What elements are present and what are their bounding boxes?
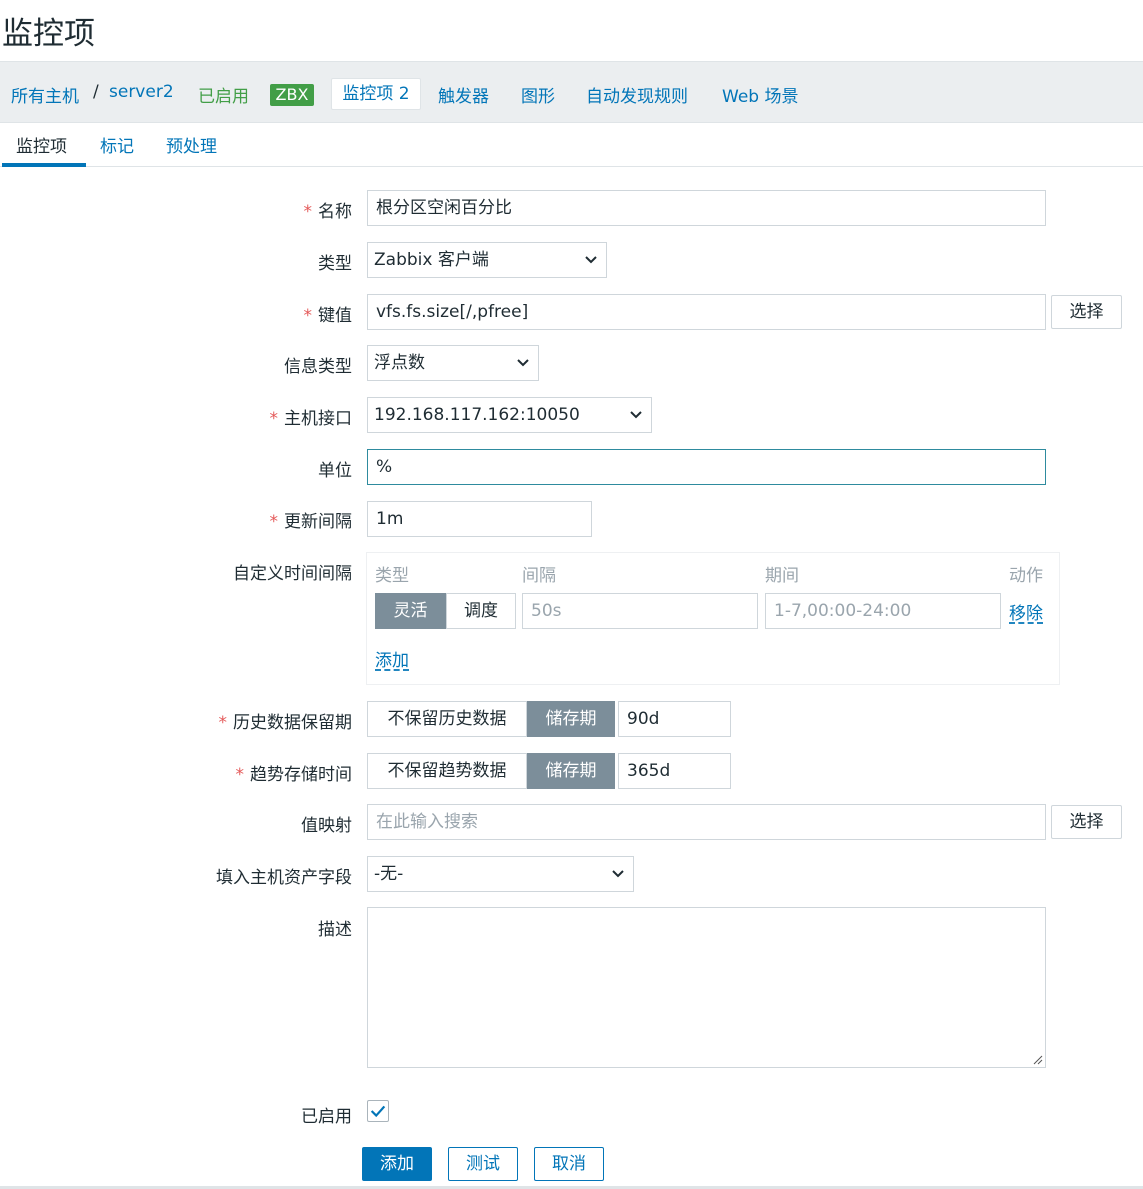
key-select-button[interactable]: 选择 <box>1051 295 1122 329</box>
remove-interval-link[interactable]: 移除 <box>1009 599 1043 624</box>
trends-input[interactable]: 365d <box>618 753 731 789</box>
key-input[interactable]: vfs.fs.size[/,pfree] <box>367 294 1046 330</box>
interval-type-flexible-button[interactable]: 灵活 <box>375 593 446 629</box>
breadcrumb-all-hosts[interactable]: 所有主机 <box>11 82 79 107</box>
chevron-down-icon <box>517 359 529 367</box>
custom-period-input[interactable]: 1-7,00:00-24:00 <box>765 593 1001 629</box>
trends-storage-period-button[interactable]: 储存期 <box>527 753 615 789</box>
value-map-search-input[interactable]: 在此输入搜索 <box>367 804 1046 840</box>
info-type-label: 信息类型 <box>284 357 352 377</box>
value-map-select-button[interactable]: 选择 <box>1051 805 1122 839</box>
custom-intervals-col-type: 类型 <box>375 566 409 586</box>
page-title: 监控项 <box>2 16 95 52</box>
form-tabs: 监控项 标记 预处理 <box>0 122 1143 167</box>
name-input[interactable]: 根分区空闲百分比 <box>367 190 1046 226</box>
update-interval-input[interactable]: 1m <box>367 501 592 537</box>
description-textarea[interactable] <box>367 907 1046 1068</box>
chevron-down-icon <box>585 256 597 264</box>
interface-select[interactable]: 192.168.117.162:10050 <box>367 397 652 433</box>
inventory-select-value: -无- <box>374 864 404 884</box>
cancel-button[interactable]: 取消 <box>534 1147 604 1181</box>
history-storage-period-button[interactable]: 储存期 <box>527 701 615 737</box>
update-interval-label: 更新间隔 <box>270 507 352 532</box>
breadcrumb-separator: / <box>93 82 99 102</box>
inventory-select[interactable]: -无- <box>367 856 634 892</box>
type-select[interactable]: Zabbix 客户端 <box>367 242 607 278</box>
units-label: 单位 <box>318 461 352 481</box>
enabled-label: 已启用 <box>301 1107 352 1127</box>
host-nav-items-tab[interactable]: 监控项 2 <box>331 78 421 110</box>
host-navigation: 所有主机 / server2 已启用 ZBX 监控项 2 触发器 图形 自动发现… <box>0 61 1143 123</box>
info-type-select-value: 浮点数 <box>374 353 425 373</box>
host-nav-graphs[interactable]: 图形 <box>521 82 555 107</box>
host-nav-discovery-rules[interactable]: 自动发现规则 <box>586 82 688 107</box>
interface-label: 主机接口 <box>270 404 352 429</box>
history-no-keep-button[interactable]: 不保留历史数据 <box>367 701 527 737</box>
resize-grip-icon[interactable] <box>1033 1055 1043 1065</box>
trends-no-keep-button[interactable]: 不保留趋势数据 <box>367 753 527 789</box>
active-tab-indicator <box>2 163 86 167</box>
units-input[interactable]: % <box>367 449 1046 485</box>
enabled-checkbox[interactable] <box>367 1100 389 1122</box>
checkmark-icon <box>370 1105 386 1118</box>
type-select-value: Zabbix 客户端 <box>374 250 489 270</box>
host-nav-triggers[interactable]: 触发器 <box>438 82 489 107</box>
info-type-select[interactable]: 浮点数 <box>367 345 539 381</box>
description-label: 描述 <box>318 920 352 940</box>
tab-item[interactable]: 监控项 <box>16 132 67 157</box>
custom-intervals-label: 自定义时间间隔 <box>233 564 352 584</box>
history-label: 历史数据保留期 <box>219 708 352 733</box>
inventory-label: 填入主机资产字段 <box>216 868 352 888</box>
tab-tags[interactable]: 标记 <box>100 132 134 157</box>
history-input[interactable]: 90d <box>618 701 731 737</box>
custom-interval-input[interactable]: 50s <box>522 593 758 629</box>
chevron-down-icon <box>630 411 642 419</box>
interval-type-scheduling-button[interactable]: 调度 <box>446 593 516 629</box>
type-label: 类型 <box>318 254 352 274</box>
host-nav-web-scenarios[interactable]: Web 场景 <box>722 82 798 107</box>
custom-intervals-col-action: 动作 <box>1009 566 1043 586</box>
chevron-down-icon <box>612 870 624 878</box>
custom-intervals-col-interval: 间隔 <box>522 566 556 586</box>
tab-preprocessing[interactable]: 预处理 <box>166 132 217 157</box>
value-map-label: 值映射 <box>301 816 352 836</box>
zbx-availability-badge: ZBX <box>270 84 314 106</box>
add-button[interactable]: 添加 <box>362 1147 432 1181</box>
add-interval-link[interactable]: 添加 <box>375 646 409 671</box>
name-label: 名称 <box>304 197 352 222</box>
custom-intervals-col-period: 期间 <box>765 566 799 586</box>
breadcrumb-host[interactable]: server2 <box>109 82 174 102</box>
host-status-enabled[interactable]: 已启用 <box>198 82 249 107</box>
trends-label: 趋势存储时间 <box>236 760 352 785</box>
key-label: 键值 <box>304 301 352 326</box>
test-button[interactable]: 测试 <box>448 1147 518 1181</box>
interface-select-value: 192.168.117.162:10050 <box>374 405 580 425</box>
